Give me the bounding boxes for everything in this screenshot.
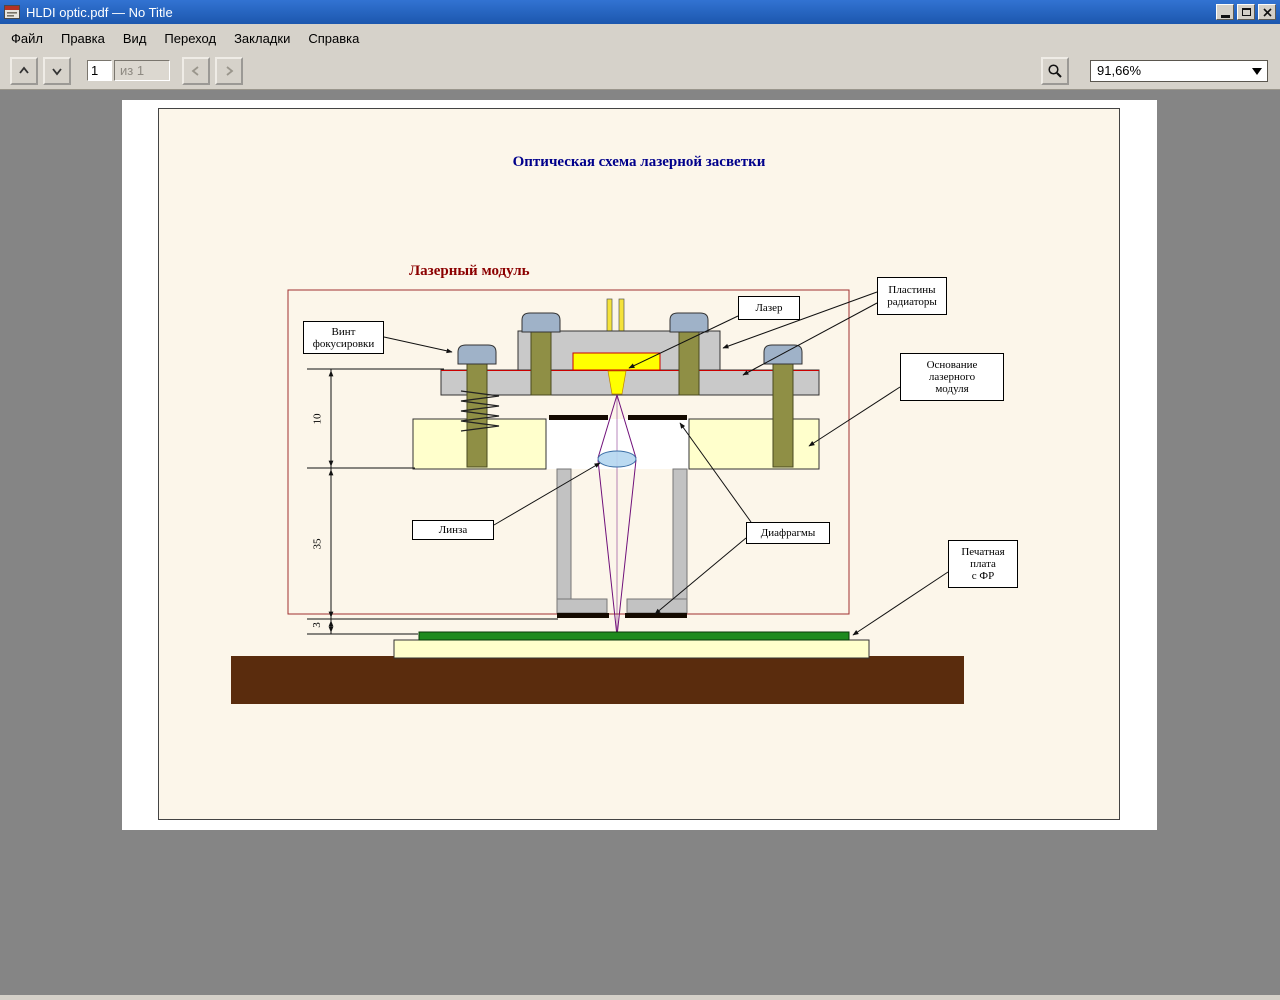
title-bar[interactable]: HLDI optic.pdf — No Title xyxy=(0,0,1280,24)
callout-lens: Линза xyxy=(412,520,494,540)
menu-view[interactable]: Вид xyxy=(114,26,156,51)
callout-text: Винт xyxy=(304,326,383,338)
laser-pins xyxy=(607,299,624,333)
laser-body xyxy=(573,353,660,370)
close-button[interactable] xyxy=(1258,4,1276,20)
window-icon xyxy=(4,5,20,19)
callout-radiator-plates: Пластины радиаторы xyxy=(877,277,947,315)
callout-text: модуля xyxy=(901,383,1003,395)
callout-text: радиаторы xyxy=(878,296,946,308)
close-icon xyxy=(1263,8,1272,17)
history-back-button[interactable] xyxy=(182,57,210,85)
pcb-carrier-board xyxy=(394,640,869,658)
pcb-strip xyxy=(419,632,849,640)
zoom-value: 91,66% xyxy=(1097,63,1141,78)
search-icon xyxy=(1047,63,1063,79)
dimension-label-35: 35 xyxy=(312,539,324,550)
zoom-select[interactable]: 91,66% xyxy=(1090,60,1268,82)
minimize-icon xyxy=(1221,15,1230,18)
callout-module-base: Основание лазерного модуля xyxy=(900,353,1004,401)
history-forward-button[interactable] xyxy=(215,57,243,85)
maximize-icon xyxy=(1242,8,1251,16)
chevron-left-icon xyxy=(190,65,202,77)
search-button[interactable] xyxy=(1041,57,1069,85)
chevron-up-icon xyxy=(18,65,30,77)
chevron-down-icon xyxy=(51,65,63,77)
menu-help[interactable]: Справка xyxy=(299,26,368,51)
callout-diaphragms: Диафрагмы xyxy=(746,522,830,544)
pdf-page: Оптическая схема лазерной засветки Лазер… xyxy=(122,100,1157,830)
dimension-label-10: 10 xyxy=(312,414,324,425)
callout-text: плата xyxy=(949,558,1017,570)
page-up-button[interactable] xyxy=(10,57,38,85)
callout-text: Пластины xyxy=(878,284,946,296)
callout-focus-screw: Винт фокусировки xyxy=(303,321,384,354)
document-title: Оптическая схема лазерной засветки xyxy=(159,154,1119,171)
chevron-right-icon xyxy=(223,65,235,77)
callout-pcb: Печатная плата с ФР xyxy=(948,540,1018,588)
maximize-button[interactable] xyxy=(1237,4,1255,20)
callout-text: фокусировки xyxy=(304,338,383,350)
page-total-label: из 1 xyxy=(114,60,170,81)
lens-body xyxy=(598,451,636,467)
minimize-button[interactable] xyxy=(1216,4,1234,20)
callout-text: Лазер xyxy=(739,302,799,314)
menu-go[interactable]: Переход xyxy=(155,26,225,51)
callout-text: Линза xyxy=(413,524,493,536)
page-frame: Оптическая схема лазерной засветки Лазер… xyxy=(158,108,1120,820)
menu-bookmarks[interactable]: Закладки xyxy=(225,26,299,51)
toolbar: из 1 91,66% xyxy=(0,52,1280,90)
callout-text: Печатная xyxy=(949,546,1017,558)
module-title: Лазерный модуль xyxy=(409,263,530,280)
menu-edit[interactable]: Правка xyxy=(52,26,114,51)
dimension-lines xyxy=(307,369,558,634)
window-bottom-border xyxy=(0,995,1280,1000)
dimension-label-3: 3 xyxy=(311,622,323,628)
window-title: HLDI optic.pdf — No Title xyxy=(26,5,1213,20)
menu-file[interactable]: Файл xyxy=(2,26,52,51)
document-viewport[interactable]: Оптическая схема лазерной засветки Лазер… xyxy=(0,90,1280,995)
page-number-input[interactable] xyxy=(87,60,112,81)
menu-bar: Файл Правка Вид Переход Закладки Справка xyxy=(0,24,1280,52)
callout-laser: Лазер xyxy=(738,296,800,320)
callout-text: Диафрагмы xyxy=(747,527,829,539)
callout-text: лазерного xyxy=(901,371,1003,383)
mount-base-brown xyxy=(231,656,964,704)
page-down-button[interactable] xyxy=(43,57,71,85)
callout-text: с ФР xyxy=(949,570,1017,582)
callout-text: Основание xyxy=(901,359,1003,371)
combo-chevron-down-icon xyxy=(1252,68,1262,75)
diagram-canvas xyxy=(159,109,1121,821)
